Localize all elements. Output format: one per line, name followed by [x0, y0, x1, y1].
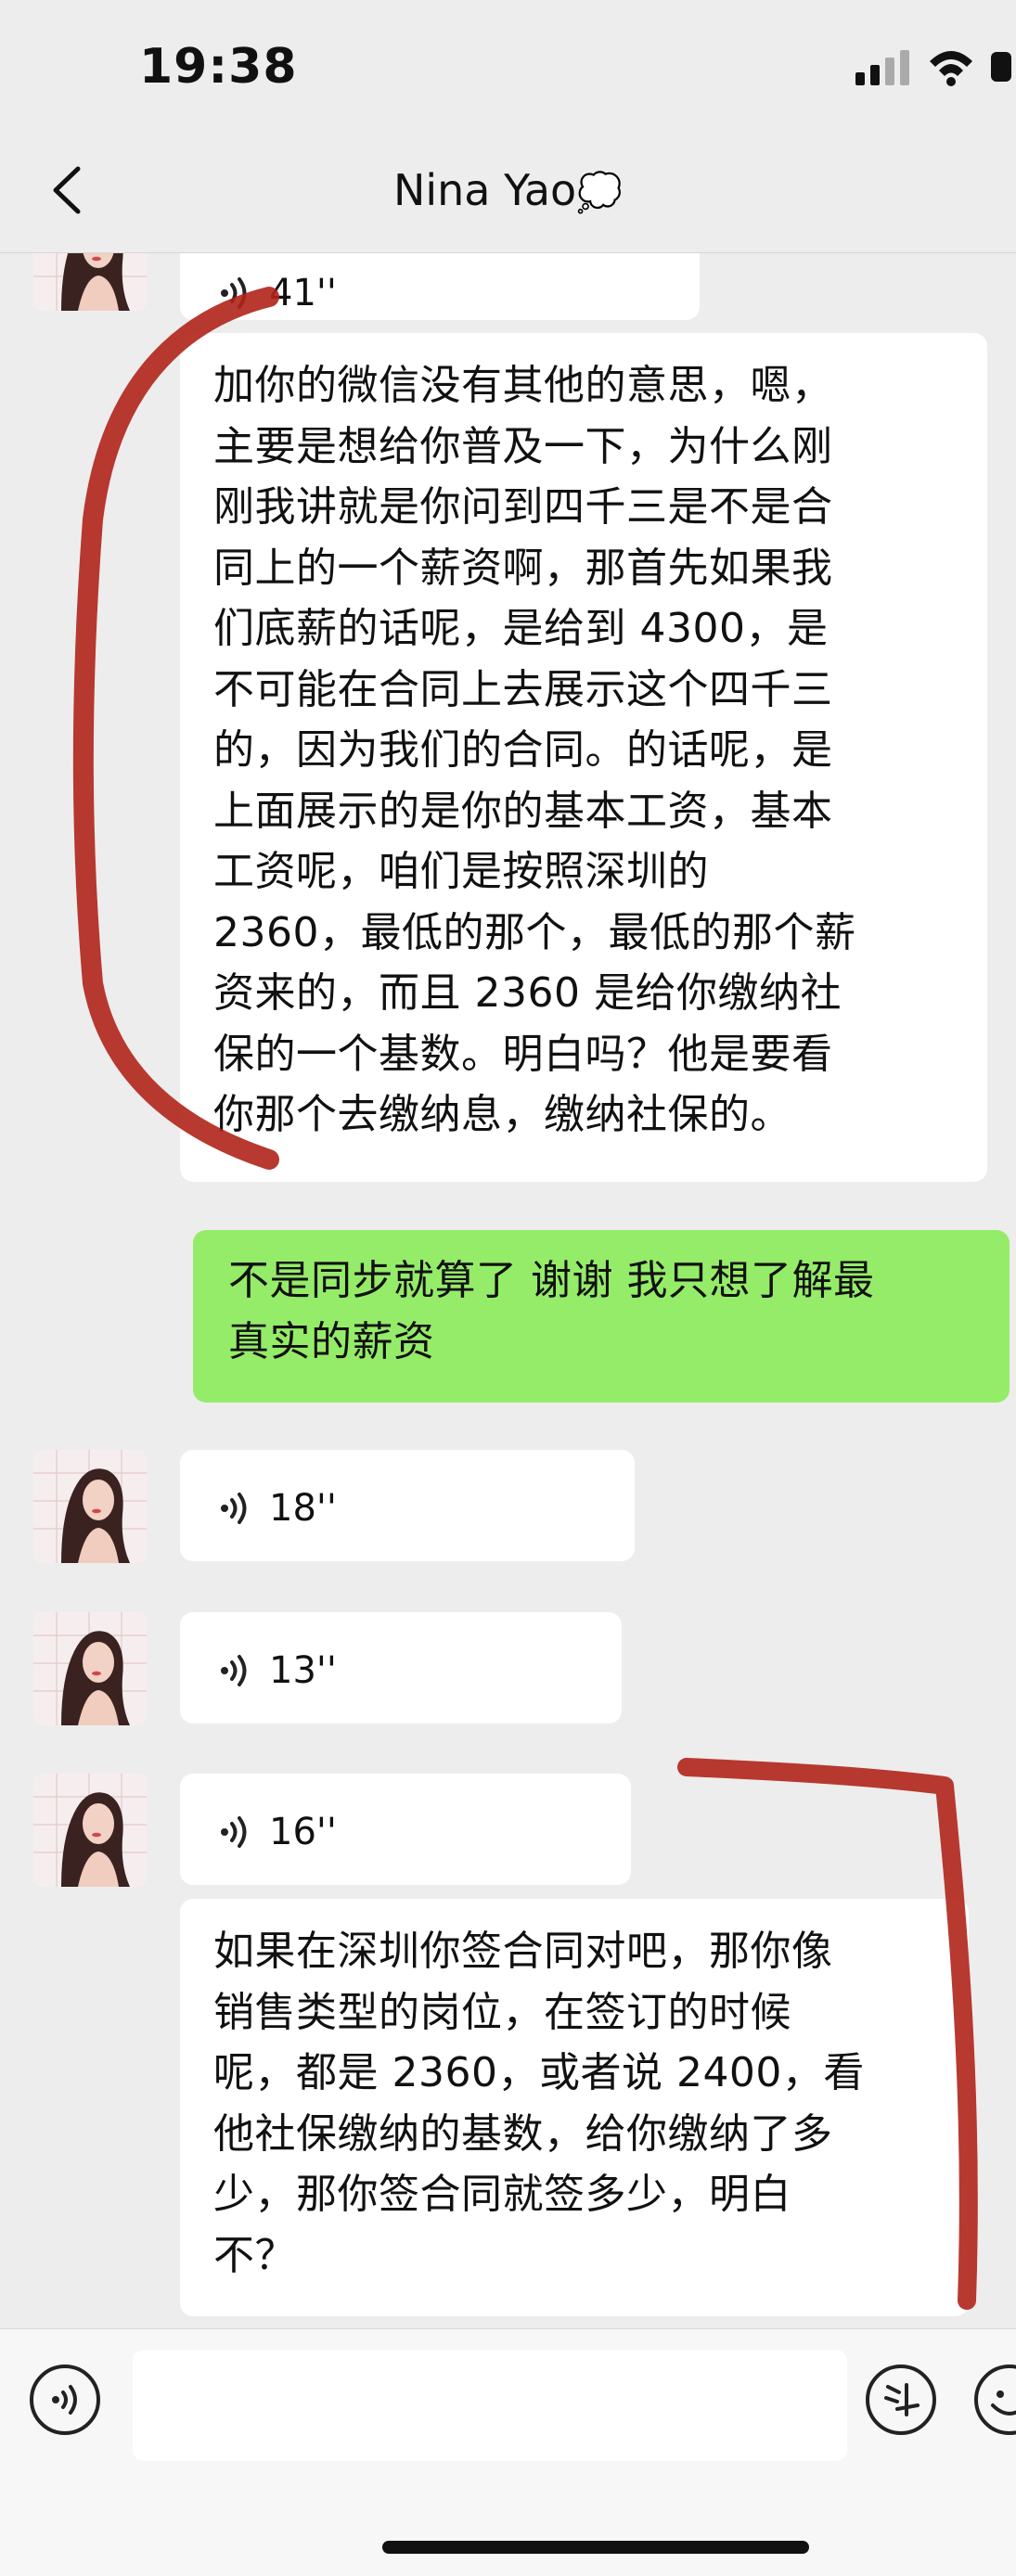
text-message-bubble[interactable]: 加你的微信没有其他的意思，嗯， 主要是想给你普及一下，为什么刚 刚我讲就是你问到…: [180, 333, 987, 1182]
voice-wave-icon: [217, 1813, 254, 1851]
message-line: 的，因为我们的合同。的话呢，是: [213, 726, 833, 774]
message-text: 如果在深圳你签合同对吧，那你像 销售类型的岗位，在签订的时候 呢，都是 2360…: [213, 1921, 865, 2286]
message-line: 他社保缴纳的基数，给你缴纳了多: [213, 2109, 833, 2158]
voice-message-bubble[interactable]: 18'': [180, 1450, 635, 1561]
message-line: 销售类型的岗位，在签订的时候: [213, 1988, 791, 2036]
message-line: 你那个去缴纳息，缴纳社保的。: [213, 1091, 791, 1138]
voice-icon: [52, 2385, 77, 2415]
voice-message-bubble[interactable]: 41'': [180, 253, 700, 320]
message-line: 保的一个基数。明白吗？他是要看: [213, 1030, 833, 1078]
status-bar: 19:38: [0, 0, 1016, 139]
voice-duration: 13'': [269, 1649, 337, 1692]
contact-avatar[interactable]: [33, 1774, 147, 1887]
status-icons: [854, 45, 1011, 91]
message-input[interactable]: [133, 2350, 847, 2461]
message-line: 上面展示的是你的基本工资，基本: [213, 787, 833, 835]
sent-message-bubble[interactable]: 不是同步就算了 谢谢 我只想了解最 真实的薪资: [193, 1230, 1010, 1403]
text-message-bubble[interactable]: 如果在深圳你签合同对吧，那你像 销售类型的岗位，在签订的时候 呢，都是 2360…: [180, 1899, 969, 2316]
voice-mode-button[interactable]: [30, 2365, 100, 2435]
contact-name: Nina Yao: [392, 165, 577, 215]
thought-bubble-emoji: 💭: [576, 172, 624, 214]
voice-duration: 18'': [269, 1487, 337, 1530]
message-line: 不可能在合同上去展示这个四千三: [213, 665, 833, 713]
message-line: 不？: [213, 2231, 296, 2279]
message-line: 工资呢，咱们是按照深圳的: [213, 848, 709, 895]
message-line: 主要是想给你普及一下，为什么刚: [213, 422, 833, 470]
sticker-icon: [884, 2383, 920, 2416]
battery-icon: [991, 52, 1011, 82]
voice-wave-icon: [217, 1490, 254, 1527]
home-indicator[interactable]: [382, 2541, 809, 2554]
chat-title[interactable]: Nina Yao💭: [0, 165, 1016, 215]
chat-header: Nina Yao💭: [0, 139, 1016, 253]
message-text: 加你的微信没有其他的意思，嗯， 主要是想给你普及一下，为什么刚 刚我讲就是你问到…: [213, 355, 855, 1146]
voice-wave-icon: [217, 275, 254, 312]
message-line: 2360，最低的那个，最低的那个薪: [213, 908, 856, 956]
message-list[interactable]: 41'' 加你的微信没有其他的意思，嗯， 主要是想给你普及一下，为什么刚 刚我讲…: [0, 253, 1016, 2328]
message-line: 们底薪的话呢，是给到 4300，是: [213, 605, 829, 652]
message-line: 资来的，而且 2360 是给你缴纳社: [213, 969, 842, 1017]
message-line: 加你的微信没有其他的意思，嗯，: [213, 362, 833, 409]
voice-duration: 41'': [269, 272, 337, 314]
emoji-button[interactable]: [974, 2365, 1016, 2435]
message-line: 少，那你签合同就签多少，明白: [213, 2171, 791, 2218]
message-line: 如果在深圳你签合同对吧，那你像: [213, 1928, 833, 1975]
message-line: 呢，都是 2360，或者说 2400，看: [213, 2049, 865, 2096]
sticker-button[interactable]: [866, 2365, 936, 2435]
voice-duration: 16'': [269, 1811, 337, 1853]
voice-message-bubble[interactable]: 13'': [180, 1612, 622, 1724]
voice-wave-icon: [217, 1652, 254, 1689]
cellular-signal-icon: [855, 50, 909, 85]
contact-avatar[interactable]: [33, 1450, 147, 1563]
message-line: 真实的薪资: [228, 1317, 435, 1365]
contact-avatar[interactable]: [33, 253, 147, 311]
emoji-icon: [991, 2390, 1016, 2416]
message-line: 刚我讲就是你问到四千三是不是合: [213, 483, 833, 531]
message-line: 同上的一个薪资啊，那首先如果我: [213, 544, 833, 592]
contact-avatar[interactable]: [33, 1612, 147, 1725]
message-line: 不是同步就算了 谢谢 我只想了解最: [228, 1257, 875, 1304]
chat-input-bar: [0, 2328, 1016, 2576]
wifi-icon: [930, 51, 972, 86]
voice-message-bubble[interactable]: 16'': [180, 1774, 631, 1885]
message-text: 不是同步就算了 谢谢 我只想了解最 真实的薪资: [228, 1250, 874, 1372]
status-time: 19:38: [139, 39, 298, 95]
